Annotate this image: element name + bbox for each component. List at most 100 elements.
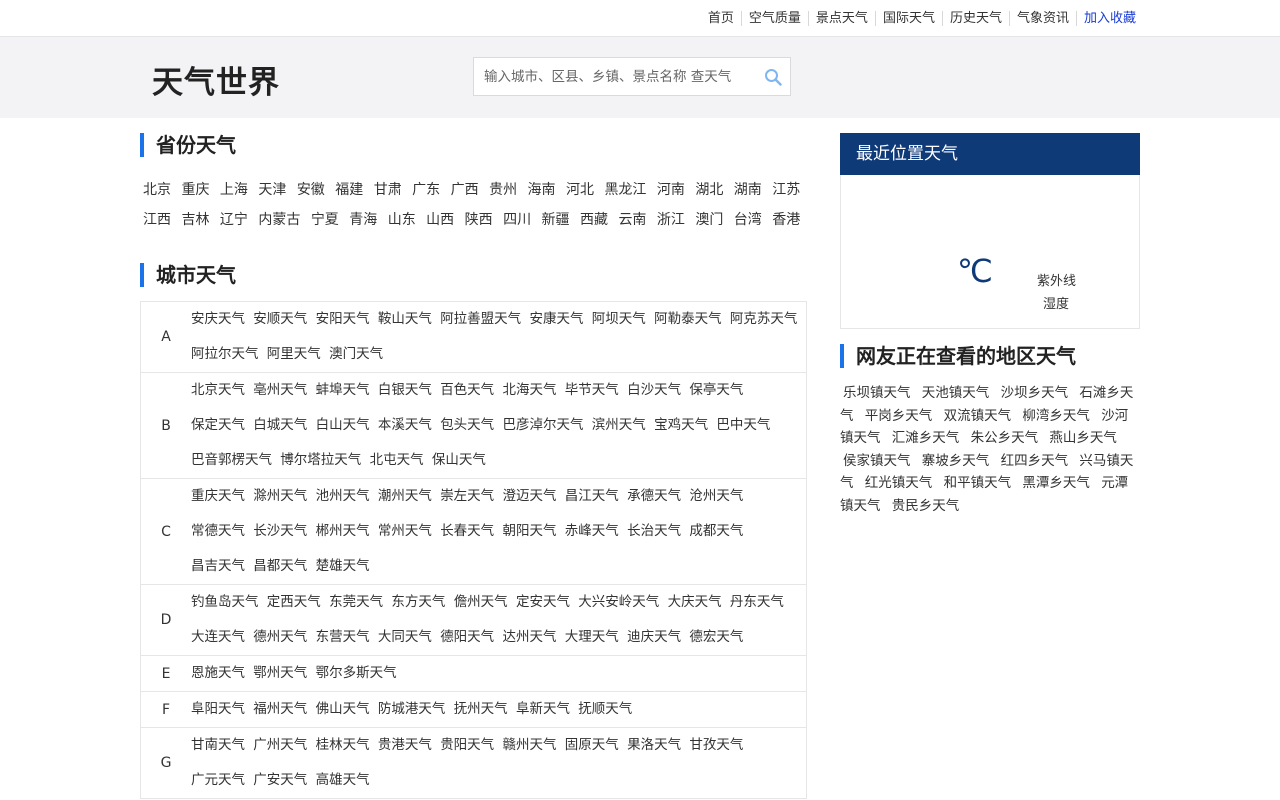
province-link[interactable]: 云南 — [618, 212, 646, 228]
city-link[interactable]: 东方天气 — [391, 594, 445, 610]
province-link[interactable]: 香港 — [772, 212, 800, 228]
city-link[interactable]: 大兴安岭天气 — [578, 594, 659, 610]
city-link[interactable]: 阿里天气 — [267, 346, 321, 362]
hot-region-link[interactable]: 燕山乡天气 — [1049, 430, 1117, 446]
city-link[interactable]: 长春天气 — [440, 523, 494, 539]
city-link[interactable]: 阜新天气 — [516, 701, 570, 717]
city-link[interactable]: 德宏天气 — [689, 629, 743, 645]
city-link[interactable]: 宝鸡天气 — [654, 417, 708, 433]
city-link[interactable]: 定西天气 — [267, 594, 321, 610]
province-link[interactable]: 青海 — [349, 212, 377, 228]
province-link[interactable]: 四川 — [503, 212, 531, 228]
city-link[interactable]: 赤峰天气 — [565, 523, 619, 539]
site-logo[interactable]: 天气世界 — [152, 57, 280, 102]
province-link[interactable]: 广东 — [412, 182, 440, 198]
city-link[interactable]: 贵港天气 — [378, 737, 432, 753]
city-link[interactable]: 赣州天气 — [502, 737, 556, 753]
city-link[interactable]: 白城天气 — [253, 417, 307, 433]
city-link[interactable]: 丹东天气 — [730, 594, 784, 610]
province-link[interactable]: 上海 — [220, 182, 248, 198]
city-link[interactable]: 重庆天气 — [191, 488, 245, 504]
city-link[interactable]: 德州天气 — [253, 629, 307, 645]
city-link[interactable]: 甘孜天气 — [689, 737, 743, 753]
hot-region-link[interactable]: 寨坡乡天气 — [922, 453, 990, 469]
top-nav-link[interactable]: 空气质量 — [742, 10, 809, 26]
hot-region-link[interactable]: 贵民乡天气 — [892, 498, 960, 514]
province-link[interactable]: 宁夏 — [311, 212, 339, 228]
city-link[interactable]: 大同天气 — [378, 629, 432, 645]
province-link[interactable]: 江西 — [143, 212, 171, 228]
hot-region-link[interactable]: 和平镇天气 — [944, 475, 1012, 491]
city-link[interactable]: 安阳天气 — [316, 311, 370, 327]
city-link[interactable]: 大理天气 — [565, 629, 619, 645]
city-link[interactable]: 大庆天气 — [668, 594, 722, 610]
city-link[interactable]: 北京天气 — [191, 382, 245, 398]
city-link[interactable]: 固原天气 — [565, 737, 619, 753]
add-favorite-link[interactable]: 加入收藏 — [1077, 11, 1136, 26]
hot-region-link[interactable]: 红四乡天气 — [1001, 453, 1069, 469]
hot-region-link[interactable]: 红光镇天气 — [865, 475, 933, 491]
city-link[interactable]: 广州天气 — [253, 737, 307, 753]
city-link[interactable]: 白沙天气 — [627, 382, 681, 398]
province-link[interactable]: 新疆 — [542, 212, 570, 228]
city-link[interactable]: 长沙天气 — [253, 523, 307, 539]
city-link[interactable]: 佛山天气 — [316, 701, 370, 717]
city-link[interactable]: 崇左天气 — [440, 488, 494, 504]
hot-region-link[interactable]: 沙坝乡天气 — [1001, 385, 1069, 401]
city-link[interactable]: 钓鱼岛天气 — [191, 594, 259, 610]
search-icon[interactable] — [764, 68, 782, 86]
hot-region-link[interactable]: 汇滩乡天气 — [892, 430, 960, 446]
hot-region-link[interactable]: 天池镇天气 — [922, 385, 990, 401]
city-link[interactable]: 果洛天气 — [627, 737, 681, 753]
province-link[interactable]: 湖南 — [734, 182, 762, 198]
province-link[interactable]: 陕西 — [465, 212, 493, 228]
city-link[interactable]: 保定天气 — [191, 417, 245, 433]
city-link[interactable]: 百色天气 — [440, 382, 494, 398]
city-link[interactable]: 昌都天气 — [253, 558, 307, 574]
city-link[interactable]: 保亭天气 — [689, 382, 743, 398]
city-link[interactable]: 大连天气 — [191, 629, 245, 645]
city-link[interactable]: 巴音郭楞天气 — [191, 452, 272, 468]
city-link[interactable]: 亳州天气 — [253, 382, 307, 398]
city-link[interactable]: 达州天气 — [502, 629, 556, 645]
top-nav-link[interactable]: 国际天气 — [876, 10, 943, 26]
province-link[interactable]: 江苏 — [772, 182, 800, 198]
city-link[interactable]: 澄迈天气 — [502, 488, 556, 504]
hot-region-link[interactable]: 平岗乡天气 — [865, 408, 933, 424]
city-link[interactable]: 阿克苏天气 — [730, 311, 798, 327]
hot-region-link[interactable]: 柳湾乡天气 — [1022, 408, 1090, 424]
province-link[interactable]: 浙江 — [657, 212, 685, 228]
city-link[interactable]: 儋州天气 — [454, 594, 508, 610]
city-link[interactable]: 北屯天气 — [370, 452, 424, 468]
province-link[interactable]: 海南 — [528, 182, 556, 198]
city-link[interactable]: 潮州天气 — [378, 488, 432, 504]
city-link[interactable]: 贵阳天气 — [440, 737, 494, 753]
top-nav-link[interactable]: 首页 — [708, 10, 742, 26]
city-link[interactable]: 福州天气 — [253, 701, 307, 717]
city-link[interactable]: 迪庆天气 — [627, 629, 681, 645]
city-link[interactable]: 池州天气 — [316, 488, 370, 504]
city-link[interactable]: 鄂尔多斯天气 — [316, 665, 397, 681]
top-nav-link[interactable]: 气象资讯 — [1010, 10, 1077, 26]
city-link[interactable]: 楚雄天气 — [316, 558, 370, 574]
province-link[interactable]: 澳门 — [695, 212, 723, 228]
city-link[interactable]: 广安天气 — [253, 772, 307, 788]
city-link[interactable]: 安康天气 — [529, 311, 583, 327]
hot-region-link[interactable]: 朱公乡天气 — [971, 430, 1039, 446]
province-link[interactable]: 山西 — [426, 212, 454, 228]
hot-region-link[interactable]: 侯家镇天气 — [843, 453, 911, 469]
city-link[interactable]: 滨州天气 — [592, 417, 646, 433]
city-link[interactable]: 鄂州天气 — [253, 665, 307, 681]
city-link[interactable]: 沧州天气 — [689, 488, 743, 504]
city-link[interactable]: 北海天气 — [502, 382, 556, 398]
city-link[interactable]: 成都天气 — [689, 523, 743, 539]
province-link[interactable]: 广西 — [451, 182, 479, 198]
hot-region-link[interactable]: 双流镇天气 — [944, 408, 1012, 424]
province-link[interactable]: 山东 — [388, 212, 416, 228]
city-link[interactable]: 巴中天气 — [716, 417, 770, 433]
search-input[interactable] — [484, 58, 758, 95]
province-link[interactable]: 湖北 — [695, 182, 723, 198]
city-link[interactable]: 巴彦淖尔天气 — [502, 417, 583, 433]
city-link[interactable]: 阿勒泰天气 — [654, 311, 722, 327]
city-link[interactable]: 安顺天气 — [253, 311, 307, 327]
